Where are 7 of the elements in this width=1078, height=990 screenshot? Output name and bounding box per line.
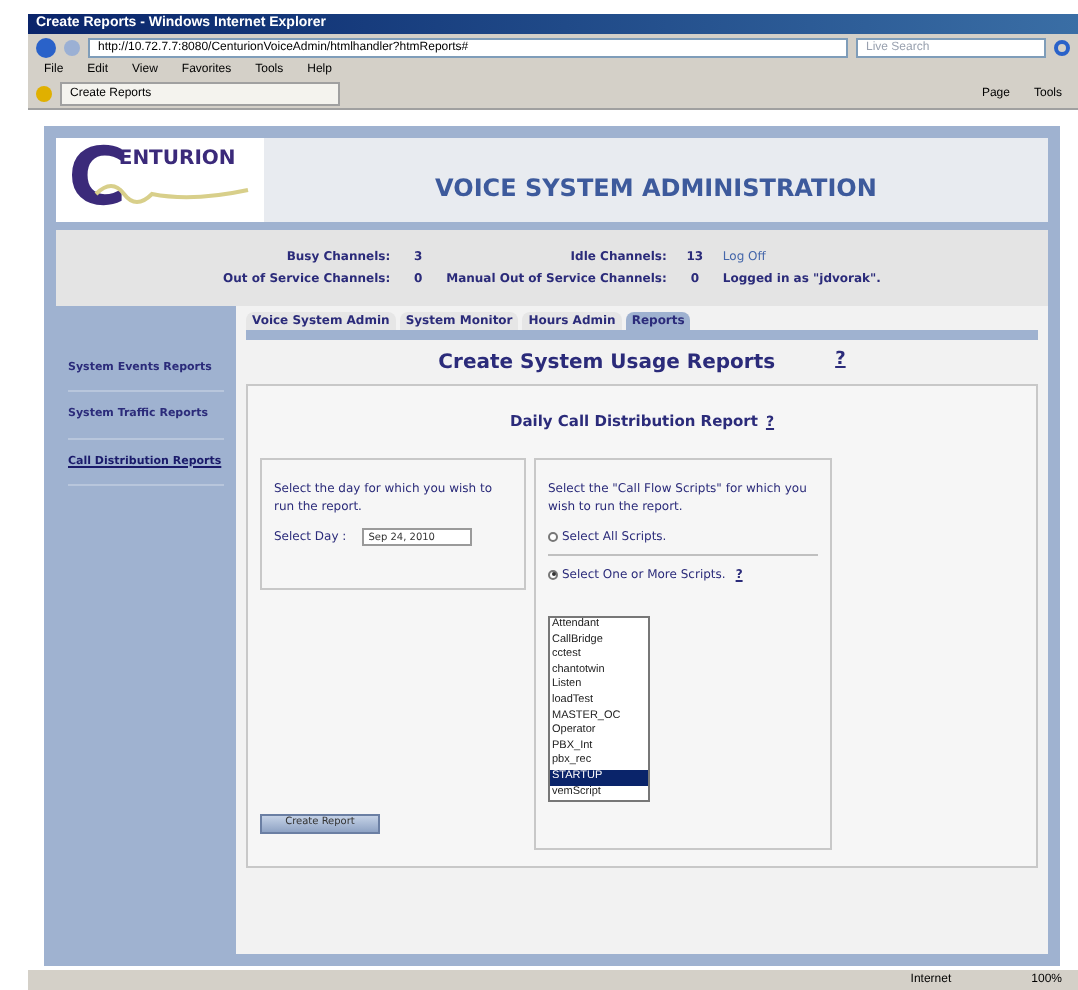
app-title: VOICE SYSTEM ADMINISTRATION	[435, 172, 877, 206]
back-button[interactable]	[36, 38, 56, 58]
radio-button[interactable]	[548, 532, 558, 542]
page-title: Create System Usage Reports	[438, 349, 776, 377]
radio-button[interactable]	[548, 569, 558, 579]
search-icon[interactable]	[1054, 40, 1070, 56]
help-link[interactable]: ?	[835, 348, 846, 376]
